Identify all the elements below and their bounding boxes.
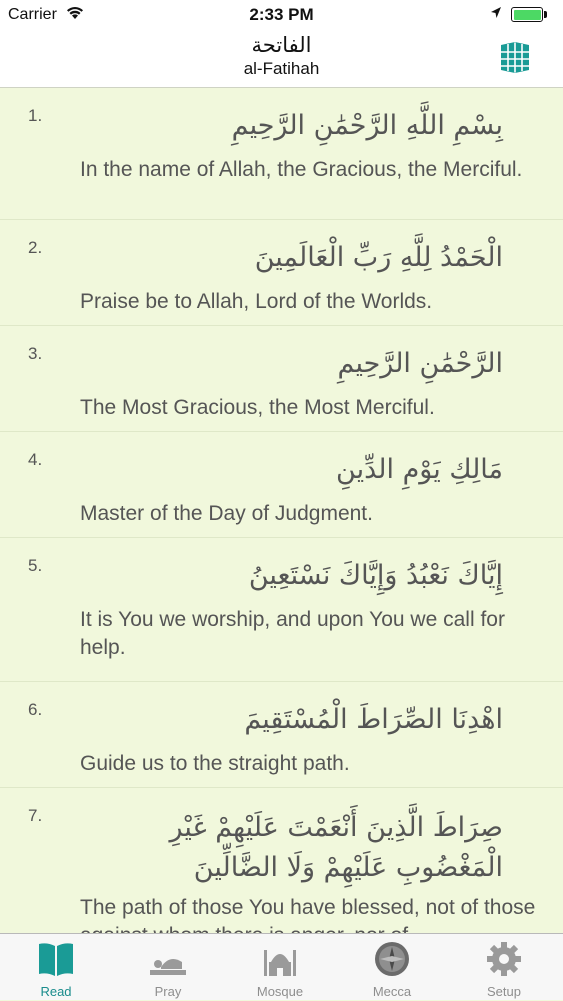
verse-number: 6.	[28, 700, 43, 719]
verse-arabic: بِسْمِ اللَّهِ الرَّحْمَٰنِ الرَّحِيمِ	[231, 110, 503, 141]
verse-translation: Master of the Day of Judgment.	[80, 502, 373, 525]
verse-number: 5.	[28, 556, 43, 575]
navigation-bar: الفاتحة al-Fatihah	[0, 30, 563, 88]
tab-setup[interactable]: Setup	[448, 934, 560, 1001]
mosque-icon	[264, 950, 296, 976]
tab-mecca[interactable]: Mecca	[336, 934, 448, 1001]
tab-read[interactable]: Read	[0, 934, 112, 1001]
verse-translation: It is You we worship, and upon You we ca…	[80, 608, 505, 659]
gear-icon	[487, 942, 521, 976]
verse-row[interactable]: 3. الرَّحْمَٰنِ الرَّحِيمِ The Most Grac…	[0, 326, 563, 432]
tab-pray-label: Pray	[154, 984, 182, 999]
verse-number: 1.	[28, 106, 43, 125]
tab-read-label: Read	[40, 984, 72, 999]
verse-row[interactable]: 4. مَالِكِ يَوْمِ الدِّينِ Master of the…	[0, 432, 563, 538]
tab-mosque[interactable]: Mosque	[224, 934, 336, 1001]
verse-number: 2.	[28, 238, 43, 257]
verse-translation: The Most Gracious, the Most Merciful.	[80, 396, 435, 419]
status-time: 2:33 PM	[249, 5, 314, 24]
verse-arabic: مَالِكِ يَوْمِ الدِّينِ	[336, 454, 503, 485]
grid-book-icon[interactable]	[499, 40, 531, 74]
verse-row[interactable]: 7. صِرَاطَ الَّذِينَ أَنْعَمْتَ عَلَيْهِ…	[0, 788, 563, 933]
verse-row[interactable]: 5. إِيَّاكَ نَعْبُدُ وَإِيَّاكَ نَسْتَعِ…	[0, 538, 563, 682]
tab-bar: Read Pray Mosque Mecca Setup	[0, 933, 563, 1000]
book-icon	[39, 943, 73, 976]
verse-translation: Praise be to Allah, Lord of the Worlds.	[80, 290, 433, 313]
verse-number: 4.	[28, 450, 43, 469]
verse-row[interactable]: 1. بِسْمِ اللَّهِ الرَّحْمَٰنِ الرَّحِيم…	[0, 88, 563, 220]
verse-translation: Guide us to the straight path.	[80, 752, 350, 775]
status-bar: Carrier 2:33 PM	[0, 0, 563, 30]
surah-title-arabic: الفاتحة	[251, 33, 312, 57]
verse-arabic: الْحَمْدُ لِلَّهِ رَبِّ الْعَالَمِينَ	[254, 242, 503, 273]
verse-arabic: اهْدِنَا الصِّرَاطَ الْمُسْتَقِيمَ	[244, 704, 503, 735]
tab-mecca-label: Mecca	[372, 984, 412, 999]
tab-setup-label: Setup	[487, 984, 521, 999]
verse-arabic: إِيَّاكَ نَعْبُدُ وَإِيَّاكَ نَسْتَعِينُ	[248, 560, 503, 591]
verse-translation: The path of those You have blessed, not …	[80, 896, 536, 933]
battery-icon	[511, 7, 543, 22]
prayer-icon	[150, 958, 186, 975]
battery-tip	[544, 11, 547, 18]
verse-arabic: صِرَاطَ الَّذِينَ أَنْعَمْتَ عَلَيْهِمْ …	[169, 812, 503, 883]
surah-title-english: al-Fatihah	[243, 59, 320, 78]
verse-row[interactable]: 2. الْحَمْدُ لِلَّهِ رَبِّ الْعَالَمِينَ…	[0, 220, 563, 326]
verse-list[interactable]: 1. بِسْمِ اللَّهِ الرَّحْمَٰنِ الرَّحِيم…	[0, 88, 563, 933]
verse-number: 7.	[28, 806, 43, 825]
tab-pray[interactable]: Pray	[112, 934, 224, 1001]
compass-icon	[375, 942, 409, 976]
verse-translation: In the name of Allah, the Gracious, the …	[80, 158, 523, 181]
verse-arabic: الرَّحْمَٰنِ الرَّحِيمِ	[337, 348, 504, 379]
verse-number: 3.	[28, 344, 43, 363]
tab-mosque-label: Mosque	[256, 984, 304, 999]
location-arrow-icon	[491, 7, 501, 18]
verse-row[interactable]: 6. اهْدِنَا الصِّرَاطَ الْمُسْتَقِيمَ Gu…	[0, 682, 563, 788]
